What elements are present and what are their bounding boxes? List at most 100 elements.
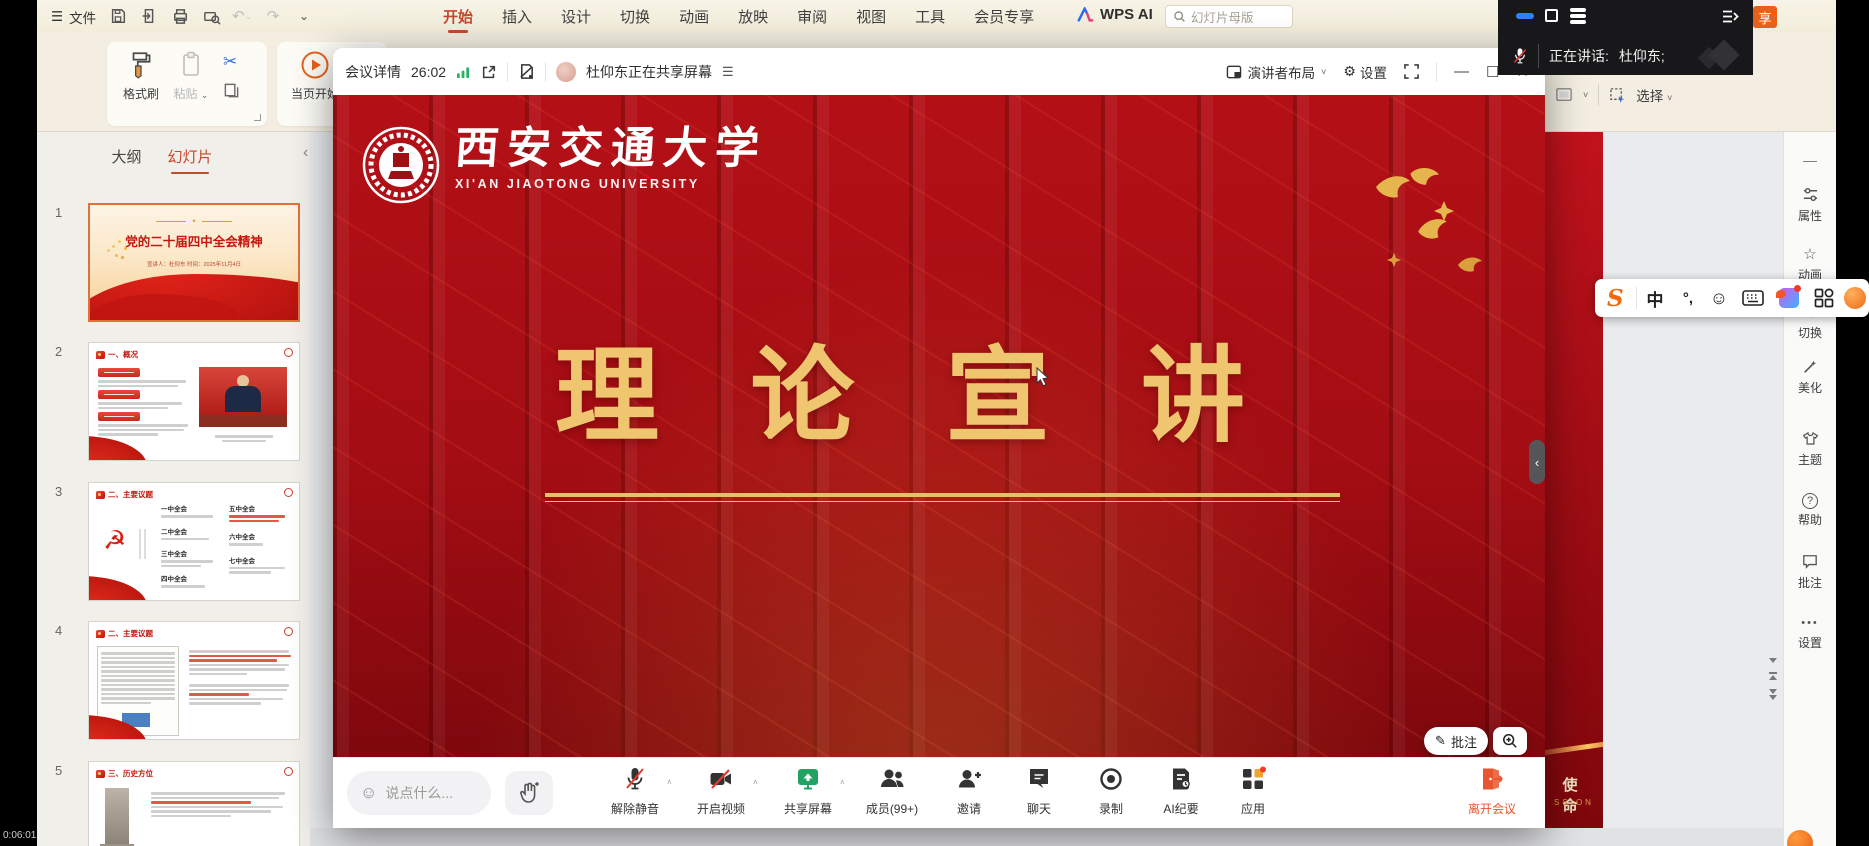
rail-item-theme[interactable]: 主题 [1784,431,1836,468]
ime-more-icon[interactable] [1840,279,1869,317]
members-button[interactable]: 成员(99+) [856,766,928,817]
rail-item-beautify[interactable]: 美化 [1784,359,1836,396]
file-menu-button[interactable]: ☰ 文件 [45,5,102,28]
format-painter-button[interactable]: 格式刷 [119,50,163,102]
layout-button[interactable]: 演讲者布局˅ [1226,62,1327,82]
mic-options-chevron[interactable]: ˄ [667,778,672,787]
invite-button[interactable]: 邀请 [933,766,1005,817]
overlay-collapse-icon[interactable] [1721,9,1739,24]
share-button[interactable]: 享 [1753,6,1777,28]
save-button[interactable] [107,5,129,27]
output-button[interactable] [138,5,160,27]
ime-punctuation[interactable]: °, [1673,279,1702,317]
meeting-check-icon[interactable] [518,63,535,80]
raise-hand-icon [518,781,540,805]
tab-animation[interactable]: 动画 [678,4,710,29]
gear-icon: ⚙ [1343,63,1356,80]
cut-button[interactable]: ✂ [223,52,237,72]
rail-item-properties[interactable]: 属性 [1784,187,1836,224]
magic-wand-icon [1802,359,1818,375]
overlay-restore-icon[interactable] [1545,9,1558,22]
tab-member[interactable]: 会员专享 [973,4,1035,29]
slide-thumbnail-3[interactable]: 二、主要议题 ☭ 一中全会 二中全会 三中全会 四中全会 五中全会 六中全会 七… [88,482,300,601]
ime-toolbox-icon[interactable] [1807,279,1840,317]
tab-view[interactable]: 视图 [855,4,887,29]
select-button[interactable]: 选择 ˅ [1636,85,1672,105]
tab-home[interactable]: 开始 [442,4,474,29]
university-seal-icon [361,125,441,205]
quickbar-more-button[interactable]: ⌄ [293,5,315,27]
fullscreen-icon[interactable] [1404,64,1419,79]
tab-slides[interactable]: 幻灯片 [168,146,213,172]
sharing-menu-icon[interactable]: ☰ [722,64,734,80]
meeting-details-button[interactable]: 会议详情 [345,62,401,82]
ai-minutes-button[interactable]: AI纪要 [1145,766,1217,817]
undo-button[interactable]: ↶⌄ [231,5,253,27]
tab-transition[interactable]: 切换 [619,4,651,29]
tab-slideshow[interactable]: 放映 [737,4,769,29]
slide-main-title: 理 论 宣 讲 [555,345,1245,449]
panel-collapse-handle[interactable]: ‹ [1529,440,1545,484]
raise-hand-button[interactable] [505,771,553,815]
slide-thumbnail-1[interactable]: ✦ 党的二十届四中全会精神 宣讲人：杜仰东 时间：2025年11月4日 [88,203,300,322]
left-black-bar [0,0,37,846]
share-options-chevron[interactable]: ˄ [840,778,845,787]
select-icon [1609,87,1626,104]
ime-mode-chinese[interactable]: 中 [1637,279,1674,317]
slide-thumbnail-2[interactable]: 一、概况 [88,342,300,461]
tab-review[interactable]: 审阅 [796,4,828,29]
seal-icon [284,767,293,776]
copy-button[interactable] [223,82,240,104]
party-emblem-icon: ☭ [103,525,126,556]
speaker-overlay: 正在讲话: 杜仰东; [1498,0,1753,75]
print-button[interactable] [169,5,191,27]
sidebar-collapse-icon[interactable]: ‹ [303,144,308,162]
next-slide-button[interactable] [1769,689,1777,700]
rail-collapse-button[interactable]: — [1784,152,1836,168]
rail-item-comment[interactable]: 批注 [1784,554,1836,591]
ime-keyboard-icon[interactable] [1735,279,1770,317]
slide-number: 4 [55,623,62,638]
apps-button[interactable]: 应用 [1217,766,1289,817]
overlay-list-icon[interactable] [1570,8,1586,26]
command-search-box[interactable]: 幻灯片母版 [1165,5,1293,28]
print-preview-button[interactable] [200,5,222,27]
video-options-chevron[interactable]: ˄ [753,778,758,787]
tab-design[interactable]: 设计 [560,4,592,29]
scroll-down-icon[interactable] [1769,658,1777,663]
leave-meeting-button[interactable]: 离开会议 [1456,766,1528,817]
chat-button[interactable]: 聊天 [1003,766,1075,817]
tab-tools[interactable]: 工具 [914,4,946,29]
wps-ai-button[interactable]: WPS AI [1077,6,1153,23]
clipboard-dialog-launcher[interactable] [254,114,261,121]
rail-item-animation[interactable]: ☆ 动画 [1784,246,1836,283]
ime-skin-icon[interactable] [1770,279,1807,317]
slide-thumbnail-5[interactable]: 三、历史方位 [88,761,300,846]
paste-button[interactable]: 粘贴 ⌄ [169,50,213,102]
annotate-button[interactable]: ✎ 批注 [1424,727,1488,755]
rail-item-settings[interactable]: ••• 设置 [1784,614,1836,651]
shared-screen-slide: 西安交通大学 XI'AN JIAOTONG UNIVERSITY 理 论 宣 讲 [333,95,1545,757]
slide-number: 3 [55,484,62,499]
record-button[interactable]: 录制 [1075,766,1147,817]
open-external-icon[interactable] [481,64,497,80]
tab-outline[interactable]: 大纲 [111,146,141,172]
redo-button[interactable]: ↷ [262,5,284,27]
sogou-logo[interactable]: S [1595,279,1636,317]
zoom-button[interactable] [1493,727,1527,755]
tab-insert[interactable]: 插入 [501,4,533,29]
rail-item-help[interactable]: ? 帮助 [1784,491,1836,528]
start-video-button[interactable]: 开启视频 [685,766,757,817]
ime-emoji-icon[interactable]: ☺ [1702,279,1735,317]
meeting-settings-button[interactable]: ⚙设置 [1343,62,1387,82]
frame-icon[interactable] [1555,87,1573,103]
quick-chat-input[interactable]: ☺ 说点什么... [347,771,491,815]
share-screen-button[interactable]: 共享屏幕 [772,766,844,817]
overlay-minimize-icon[interactable] [1516,13,1534,19]
university-name-cn: 西安交通大学 [453,125,768,173]
unmute-button[interactable]: 解除静音 [599,766,671,817]
meeting-minimize-button[interactable]: — [1454,63,1469,80]
slide-thumbnail-4[interactable]: 二、主要议题 [88,621,300,740]
meeting-window: 会议详情 26:02 杜仰东正在共享屏幕 ☰ 演讲者布局˅ ⚙设置 [333,48,1545,828]
previous-slide-button[interactable] [1769,672,1777,680]
